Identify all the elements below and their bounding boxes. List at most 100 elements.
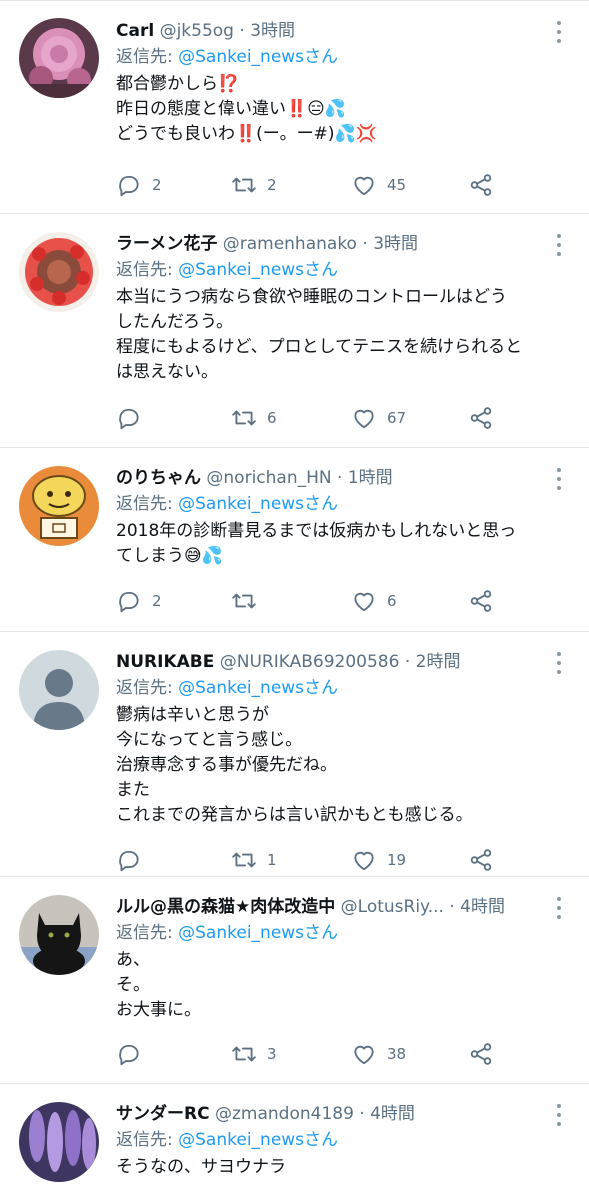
display-name[interactable]: NURIKABE (116, 652, 214, 672)
tweet-text: 本当にうつ病なら食欲や睡眠のコントロールはどう したんだろう。 程度にもよるけど… (116, 285, 541, 385)
action-bar: 2 6 (116, 584, 589, 618)
reply-button[interactable]: 2 (116, 168, 162, 202)
tweet-header: NURIKABE @NURIKAB69200586 · 2時間 (116, 650, 541, 674)
text-line: また (116, 780, 150, 800)
reply-button[interactable]: 2 (116, 584, 162, 618)
like-button[interactable]: 6 (351, 584, 397, 618)
tweet-text: そうなの、サヨウナラ (116, 1155, 541, 1180)
reply-button[interactable] (116, 843, 152, 877)
like-button[interactable]: 38 (351, 1037, 406, 1071)
share-button[interactable] (468, 168, 494, 202)
separator: · (449, 897, 455, 917)
mention-link[interactable]: @Sankei_newsさん (178, 1130, 338, 1150)
share-button[interactable] (468, 584, 494, 618)
text-line: 今になってと言う感じ。 (116, 730, 303, 750)
user-handle[interactable]: @zmandon4189 (215, 1104, 354, 1124)
retweet-icon (232, 410, 256, 426)
tweet[interactable]: Carl @jk55og · 3時間 返信先: @Sankei_newsさん 都… (0, 0, 589, 214)
avatar[interactable] (19, 1102, 99, 1182)
heart-icon (354, 409, 374, 429)
user-handle[interactable]: @ramenhanako (223, 234, 357, 254)
share-button[interactable] (468, 843, 494, 877)
timestamp[interactable]: 2時間 (416, 652, 461, 672)
retweet-button[interactable]: 3 (231, 1037, 277, 1071)
like-count: 38 (387, 1045, 407, 1063)
text-line: 昨日の態度と偉い違い‼️😑💦 (116, 99, 347, 119)
heart-icon (354, 176, 374, 196)
retweet-button[interactable]: 1 (231, 843, 277, 877)
avatar-image-black-cat (19, 895, 99, 975)
tweet[interactable]: NURIKABE @NURIKAB69200586 · 2時間 返信先: @Sa… (0, 632, 589, 877)
mention-link[interactable]: @Sankei_newsさん (178, 678, 338, 698)
user-handle[interactable]: @jk55og (160, 21, 234, 41)
display-name[interactable]: のりちゃん (116, 468, 201, 488)
display-name[interactable]: サンダーRC (116, 1104, 210, 1124)
text-line: どうでも良いわ‼️(ー。ー#)💦💢 (116, 124, 377, 144)
share-button[interactable] (468, 401, 494, 435)
tweet-header: ルル@黒の森猫★肉体改造中 @LotusRiy... · 4時間 (116, 895, 541, 919)
user-handle[interactable]: @LotusRiy... (341, 897, 444, 917)
heart-icon (354, 851, 374, 871)
more-options-icon[interactable] (551, 468, 567, 490)
timestamp[interactable]: 4時間 (370, 1104, 415, 1124)
reply-button[interactable] (116, 401, 152, 435)
mention-link[interactable]: @Sankei_newsさん (178, 260, 338, 280)
share-button[interactable] (468, 1037, 494, 1071)
reply-prefix: 返信先: (116, 1130, 179, 1150)
text-line: そうなの、サヨウナラ (116, 1157, 286, 1177)
mention-link[interactable]: @Sankei_newsさん (178, 47, 338, 67)
reply-count: 2 (152, 176, 162, 194)
more-options-icon[interactable] (551, 21, 567, 43)
timestamp[interactable]: 1時間 (348, 468, 393, 488)
action-bar: 6 67 (116, 401, 589, 435)
display-name[interactable]: ルル@黒の森猫★肉体改造中 (116, 897, 335, 917)
display-name[interactable]: Carl (116, 21, 154, 41)
tweet[interactable]: ラーメン花子 @ramenhanako · 3時間 返信先: @Sankei_n… (0, 214, 589, 448)
share-icon (470, 174, 492, 196)
reply-icon (119, 408, 139, 430)
more-options-icon[interactable] (551, 652, 567, 674)
more-options-icon[interactable] (551, 1104, 567, 1126)
avatar[interactable] (19, 895, 99, 975)
like-count: 67 (387, 409, 407, 427)
avatar[interactable] (19, 650, 99, 730)
tweet[interactable]: ルル@黒の森猫★肉体改造中 @LotusRiy... · 4時間 返信先: @S… (0, 877, 589, 1084)
retweet-count: 6 (267, 409, 277, 427)
tweet-header: Carl @jk55og · 3時間 (116, 19, 541, 43)
retweet-button[interactable] (231, 584, 267, 618)
like-button[interactable]: 19 (351, 843, 406, 877)
like-button[interactable]: 45 (351, 168, 406, 202)
mention-link[interactable]: @Sankei_newsさん (178, 494, 338, 514)
user-handle[interactable]: @norichan_HN (206, 468, 331, 488)
retweet-button[interactable]: 6 (231, 401, 277, 435)
timestamp[interactable]: 4時間 (460, 897, 505, 917)
reply-to-line: 返信先: @Sankei_newsさん (116, 675, 541, 701)
text-line: したんだろう。 (116, 312, 233, 332)
display-name[interactable]: ラーメン花子 (116, 234, 217, 254)
text-line: お大事に。 (116, 1000, 201, 1020)
reply-button[interactable] (116, 1037, 152, 1071)
avatar[interactable] (19, 18, 99, 98)
reply-to-line: 返信先: @Sankei_newsさん (116, 44, 541, 70)
text-line: 本当にうつ病なら食欲や睡眠のコントロールはどう (116, 287, 507, 307)
more-options-icon[interactable] (551, 897, 567, 919)
user-handle[interactable]: @NURIKAB69200586 (220, 652, 400, 672)
retweet-count: 1 (267, 851, 277, 869)
retweet-button[interactable]: 2 (231, 168, 277, 202)
tweet[interactable]: のりちゃん @norichan_HN · 1時間 返信先: @Sankei_ne… (0, 448, 589, 632)
mention-link[interactable]: @Sankei_newsさん (178, 923, 338, 943)
like-button[interactable]: 67 (351, 401, 406, 435)
reply-to-line: 返信先: @Sankei_newsさん (116, 920, 541, 946)
share-icon (470, 849, 492, 871)
more-options-icon[interactable] (551, 234, 567, 256)
avatar[interactable] (19, 232, 99, 312)
text-line: 2018年の診断書見るまでは仮病かもしれないと思っ (116, 521, 517, 541)
timestamp[interactable]: 3時間 (373, 234, 418, 254)
avatar-image-purple-wisteria (19, 1102, 99, 1182)
share-icon (470, 1043, 492, 1065)
reply-to-line: 返信先: @Sankei_newsさん (116, 1127, 541, 1153)
reply-prefix: 返信先: (116, 678, 179, 698)
avatar[interactable] (19, 466, 99, 546)
tweet[interactable]: サンダーRC @zmandon4189 · 4時間 返信先: @Sankei_n… (0, 1084, 589, 1200)
timestamp[interactable]: 3時間 (250, 21, 295, 41)
